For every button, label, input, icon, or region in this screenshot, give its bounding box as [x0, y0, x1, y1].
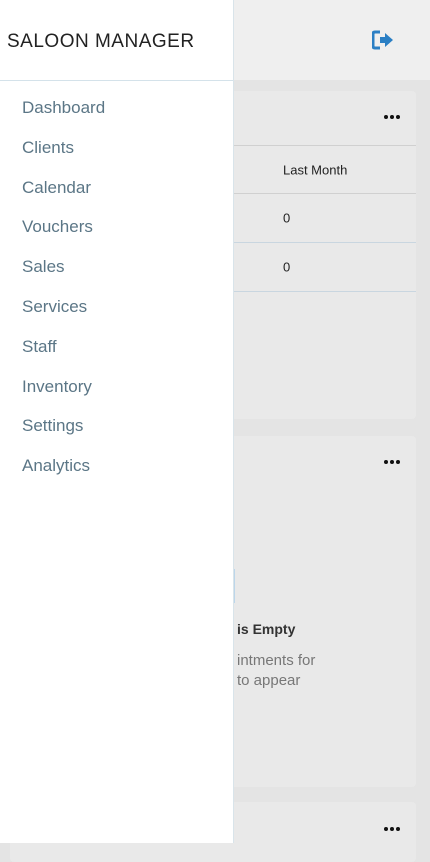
nav-menu: Dashboard Clients Calendar Vouchers Sale…	[22, 95, 105, 493]
nav-item-staff[interactable]: Staff	[22, 334, 105, 374]
nav-drawer: SALOON MANAGER Dashboard Clients Calenda…	[0, 0, 234, 843]
nav-item-sales[interactable]: Sales	[22, 254, 105, 294]
more-options-icon[interactable]	[384, 826, 402, 832]
more-options-icon[interactable]	[384, 114, 402, 120]
nav-item-analytics[interactable]: Analytics	[22, 453, 105, 493]
nav-item-dashboard[interactable]: Dashboard	[22, 95, 105, 135]
nav-item-settings[interactable]: Settings	[22, 413, 105, 453]
empty-state-text: intments for to appear	[237, 652, 316, 689]
table-cell: 0	[283, 210, 291, 226]
nav-item-services[interactable]: Services	[22, 294, 105, 334]
nav-item-vouchers[interactable]: Vouchers	[22, 214, 105, 254]
nav-item-calendar[interactable]: Calendar	[22, 175, 105, 215]
app-title: SALOON MANAGER	[7, 31, 195, 52]
nav-item-clients[interactable]: Clients	[22, 135, 105, 175]
table-cell: 0	[283, 259, 291, 275]
sign-out-icon[interactable]	[372, 30, 394, 50]
nav-item-inventory[interactable]: Inventory	[22, 374, 105, 414]
divider	[0, 80, 233, 81]
column-header-last-month: Last Month	[283, 162, 348, 177]
more-options-icon[interactable]	[384, 459, 402, 465]
empty-state-title: is Empty	[237, 621, 296, 637]
